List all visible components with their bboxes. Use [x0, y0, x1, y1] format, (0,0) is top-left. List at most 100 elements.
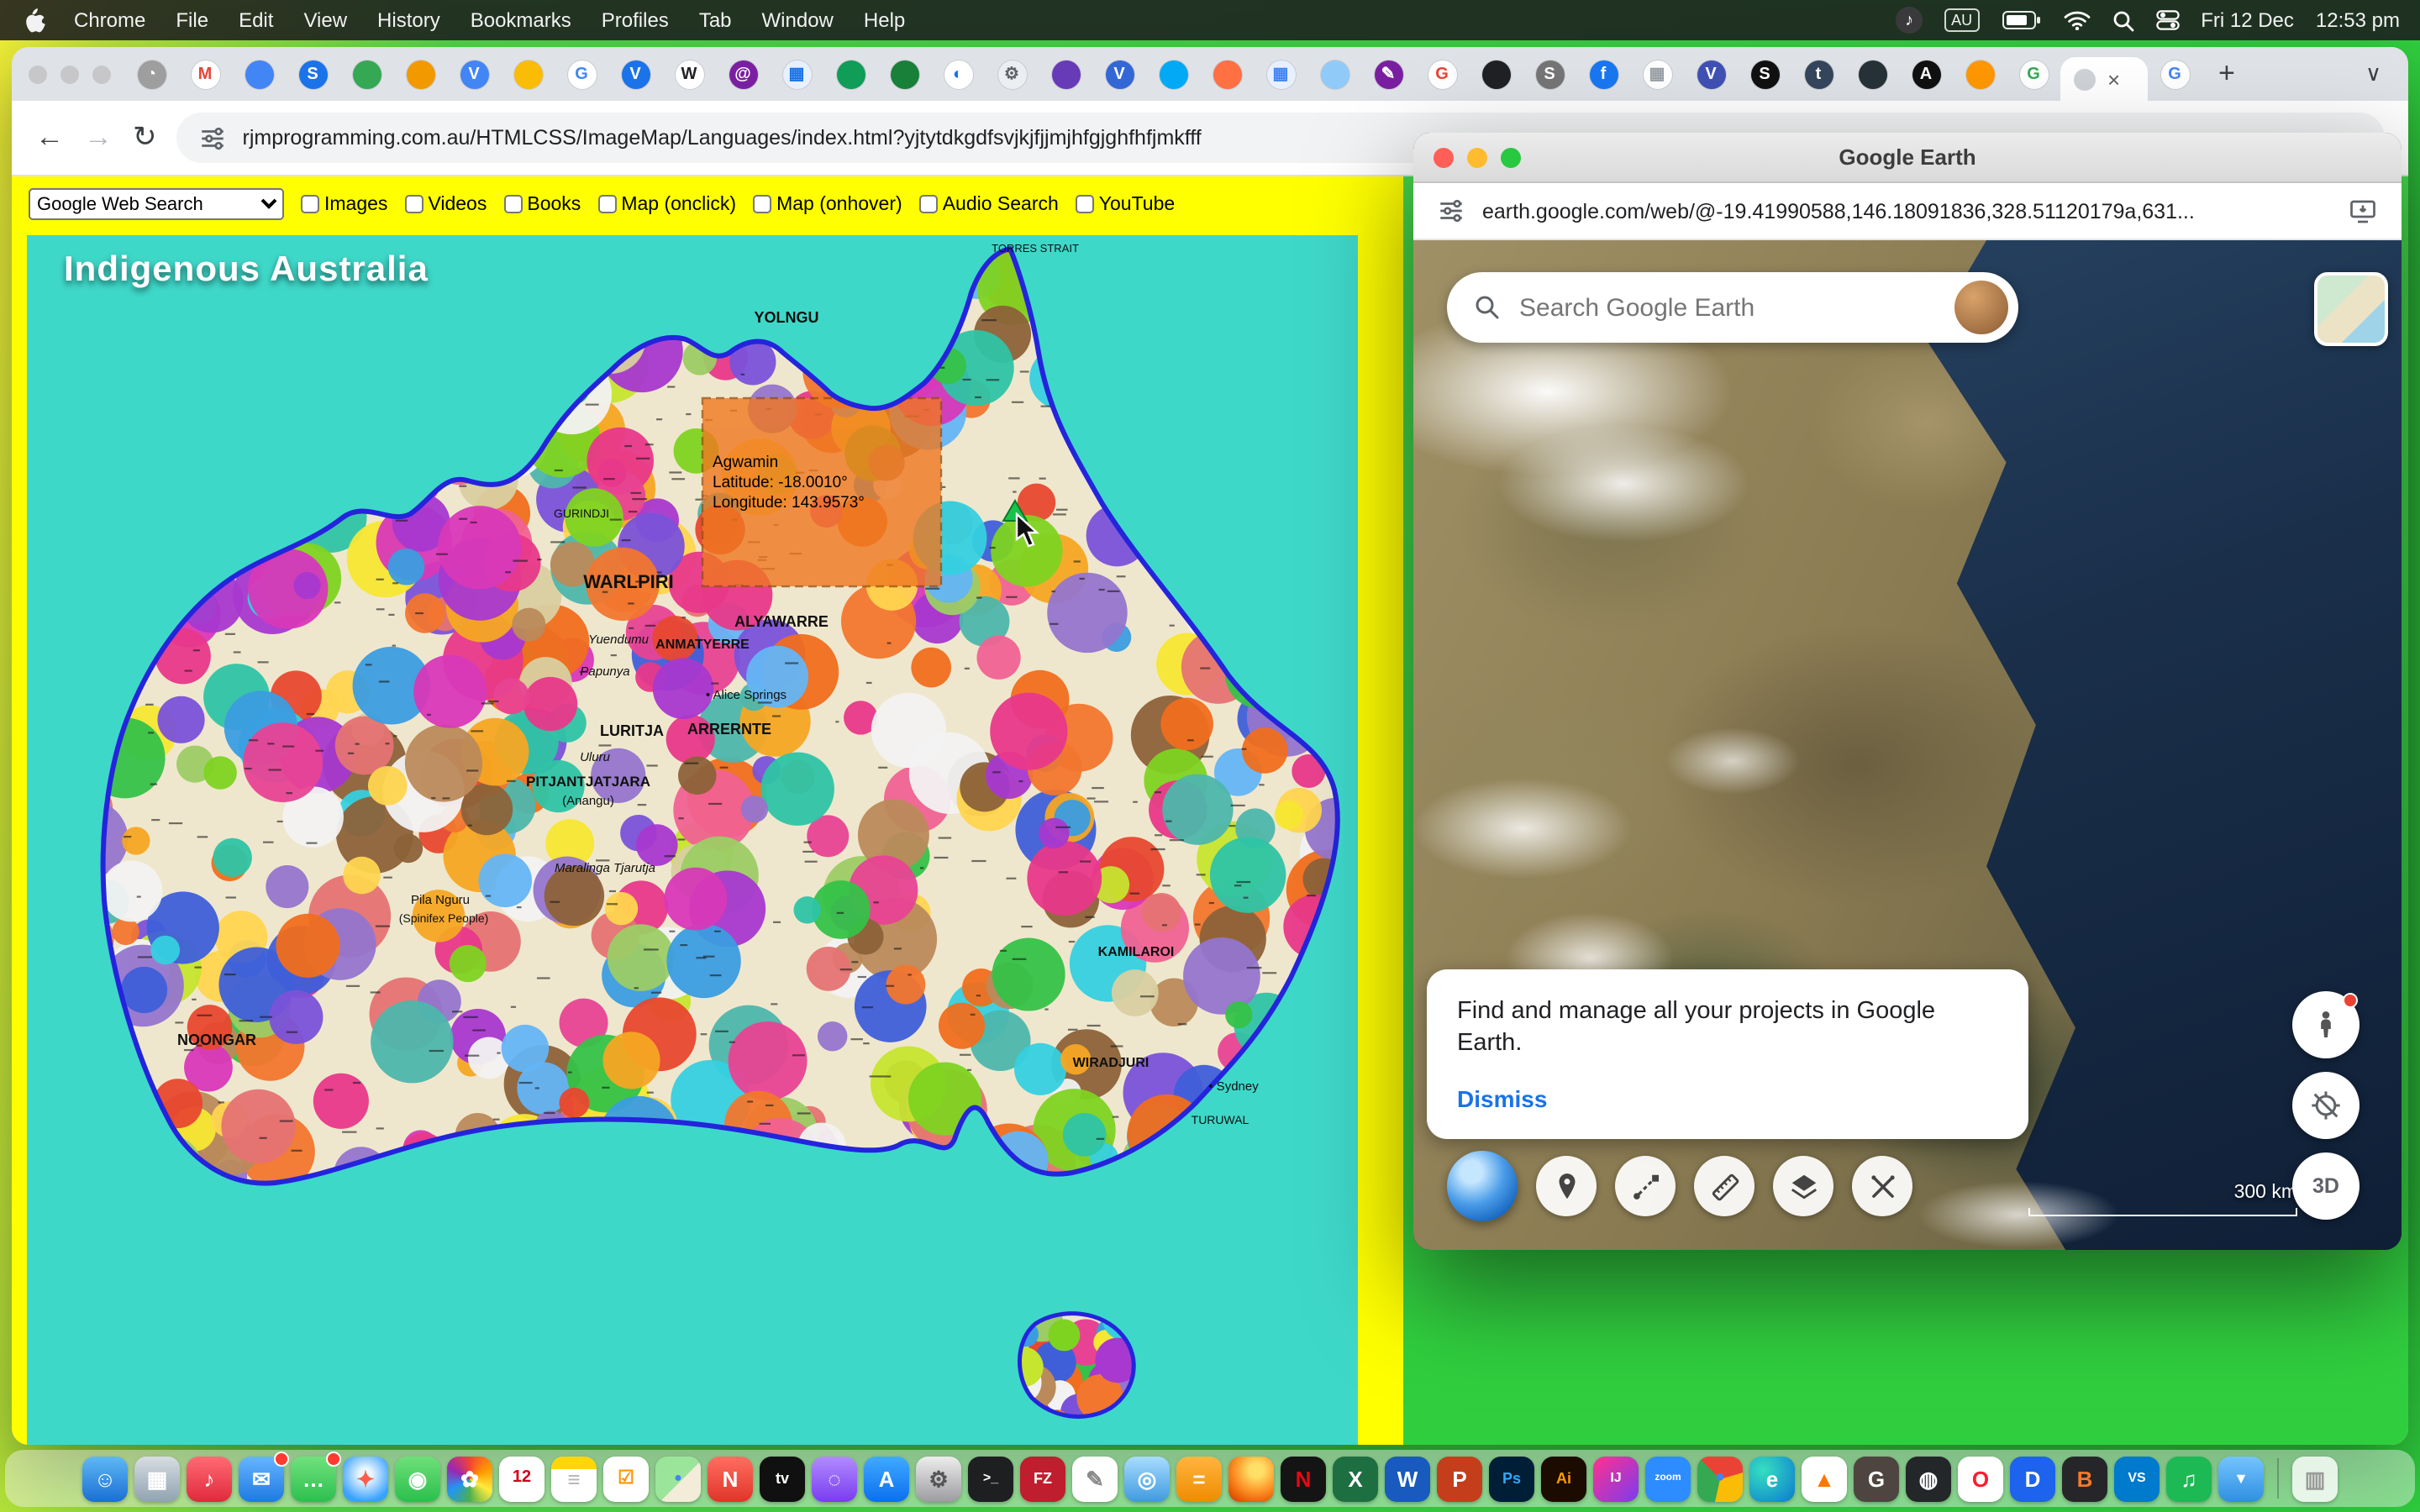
- new-tab-button[interactable]: +: [2202, 57, 2252, 91]
- project-tools-button[interactable]: [1852, 1156, 1912, 1216]
- pegman-button[interactable]: [2292, 991, 2360, 1058]
- minimize-window-button[interactable]: [60, 65, 79, 83]
- site-settings-icon[interactable]: [1437, 197, 1465, 225]
- browser-tab[interactable]: S: [1738, 47, 1791, 101]
- wifi-icon[interactable]: [2063, 10, 2090, 30]
- system-settings[interactable]: ⚙: [916, 1456, 961, 1501]
- vlc[interactable]: ▲: [1802, 1456, 1847, 1501]
- minimize-window-button[interactable]: [1467, 147, 1487, 167]
- browser-tab[interactable]: ▦: [1630, 47, 1684, 101]
- menu-item[interactable]: Tab: [684, 8, 747, 32]
- menu-bar-date[interactable]: Fri 12 Dec: [2201, 8, 2294, 32]
- podcasts[interactable]: ◌: [812, 1456, 857, 1501]
- facetime[interactable]: ◉: [395, 1456, 440, 1501]
- browser-tab[interactable]: V: [608, 47, 662, 101]
- powerpoint[interactable]: P: [1437, 1456, 1482, 1501]
- browser-tab[interactable]: [1469, 47, 1523, 101]
- search-option-checkbox[interactable]: [503, 195, 522, 213]
- photoshop[interactable]: Ps: [1489, 1456, 1534, 1501]
- terminal[interactable]: >_: [968, 1456, 1013, 1501]
- earth-search-bar[interactable]: [1447, 272, 2018, 343]
- spotlight-icon[interactable]: [2112, 9, 2133, 31]
- browser-tab[interactable]: [1845, 47, 1899, 101]
- search-option[interactable]: Map (onhover): [753, 194, 902, 214]
- close-window-button[interactable]: [1434, 147, 1454, 167]
- browser-tab[interactable]: ▦: [1254, 47, 1307, 101]
- search-option[interactable]: Audio Search: [919, 194, 1059, 214]
- menu-item[interactable]: History: [362, 8, 455, 32]
- browser-tab[interactable]: [501, 47, 555, 101]
- docker[interactable]: D: [2010, 1456, 2055, 1501]
- trash[interactable]: ▥: [2292, 1456, 2338, 1501]
- earth-search-input[interactable]: [1519, 293, 1938, 322]
- search-option-checkbox[interactable]: [301, 195, 319, 213]
- launchpad[interactable]: ▦: [134, 1456, 180, 1501]
- draw-path-button[interactable]: [1615, 1156, 1676, 1216]
- search-option[interactable]: Books: [503, 194, 581, 214]
- firefox[interactable]: [1228, 1456, 1274, 1501]
- layers-button[interactable]: [1773, 1156, 1833, 1216]
- menu-item[interactable]: Edit: [224, 8, 288, 32]
- menu-item[interactable]: File: [160, 8, 224, 32]
- browser-tab[interactable]: [823, 47, 877, 101]
- music[interactable]: ♪: [187, 1456, 232, 1501]
- search-option-checkbox[interactable]: [1076, 195, 1094, 213]
- browser-tab[interactable]: [1200, 47, 1254, 101]
- search-option-checkbox[interactable]: [597, 195, 616, 213]
- reminders[interactable]: ☑: [603, 1456, 649, 1501]
- overview-minimap[interactable]: [2314, 272, 2388, 346]
- edge[interactable]: e: [1749, 1456, 1795, 1501]
- tv[interactable]: tv: [760, 1456, 805, 1501]
- opera[interactable]: O: [1958, 1456, 2003, 1501]
- browser-tab[interactable]: [1146, 47, 1200, 101]
- tab-close-button[interactable]: ×: [2107, 68, 2120, 90]
- earth-viewport[interactable]: Find and manage all your projects in Goo…: [1413, 240, 2402, 1250]
- tab-search-button[interactable]: ∨: [2355, 60, 2391, 87]
- browser-tab[interactable]: [1307, 47, 1361, 101]
- browser-tab[interactable]: M: [178, 47, 232, 101]
- menu-item[interactable]: Bookmarks: [455, 8, 587, 32]
- word[interactable]: W: [1385, 1456, 1430, 1501]
- site-settings-icon[interactable]: [199, 123, 228, 152]
- downloads[interactable]: ▼: [2218, 1456, 2264, 1501]
- forward-button[interactable]: →: [84, 121, 113, 155]
- browser-tab[interactable]: S: [286, 47, 339, 101]
- search-option[interactable]: Images: [301, 194, 387, 214]
- search-option-checkbox[interactable]: [404, 195, 423, 213]
- intellij[interactable]: IJ: [1593, 1456, 1639, 1501]
- search-option[interactable]: Map (onclick): [597, 194, 736, 214]
- zoom-window-button[interactable]: [92, 65, 111, 83]
- zoom-window-button[interactable]: [1501, 147, 1521, 167]
- browser-tab[interactable]: [339, 47, 393, 101]
- browser-tab[interactable]: W: [662, 47, 716, 101]
- menu-item[interactable]: View: [288, 8, 362, 32]
- apple-menu[interactable]: [20, 8, 59, 33]
- browser-tab[interactable]: G: [2148, 47, 2202, 101]
- illustrator[interactable]: Ai: [1541, 1456, 1586, 1501]
- active-tab[interactable]: ×: [2060, 57, 2148, 101]
- browser-tab[interactable]: [877, 47, 931, 101]
- spotify[interactable]: ♫: [2166, 1456, 2212, 1501]
- add-placemark-button[interactable]: [1536, 1156, 1597, 1216]
- browser-tab[interactable]: ⚙: [985, 47, 1039, 101]
- measure-button[interactable]: [1694, 1156, 1754, 1216]
- browser-tab[interactable]: G: [1415, 47, 1469, 101]
- search-option[interactable]: YouTube: [1076, 194, 1175, 214]
- gimp[interactable]: G: [1854, 1456, 1899, 1501]
- open-in-app-icon[interactable]: [2348, 196, 2378, 226]
- maps[interactable]: ●: [655, 1456, 701, 1501]
- browser-tab[interactable]: V: [447, 47, 501, 101]
- browser-tab[interactable]: A: [1899, 47, 1953, 101]
- dismiss-button[interactable]: Dismiss: [1457, 1085, 1547, 1112]
- news[interactable]: N: [708, 1456, 753, 1501]
- battery-icon[interactable]: [2001, 10, 2041, 30]
- browser-tab[interactable]: ✎: [1361, 47, 1415, 101]
- my-location-button[interactable]: [2292, 1072, 2360, 1139]
- search-option[interactable]: Videos: [404, 194, 487, 214]
- app-store[interactable]: A: [864, 1456, 909, 1501]
- browser-tab[interactable]: G: [555, 47, 608, 101]
- control-center-icon[interactable]: [2155, 10, 2179, 30]
- browser-tab[interactable]: [232, 47, 286, 101]
- browser-tab[interactable]: [393, 47, 447, 101]
- zoom[interactable]: zoom: [1645, 1456, 1691, 1501]
